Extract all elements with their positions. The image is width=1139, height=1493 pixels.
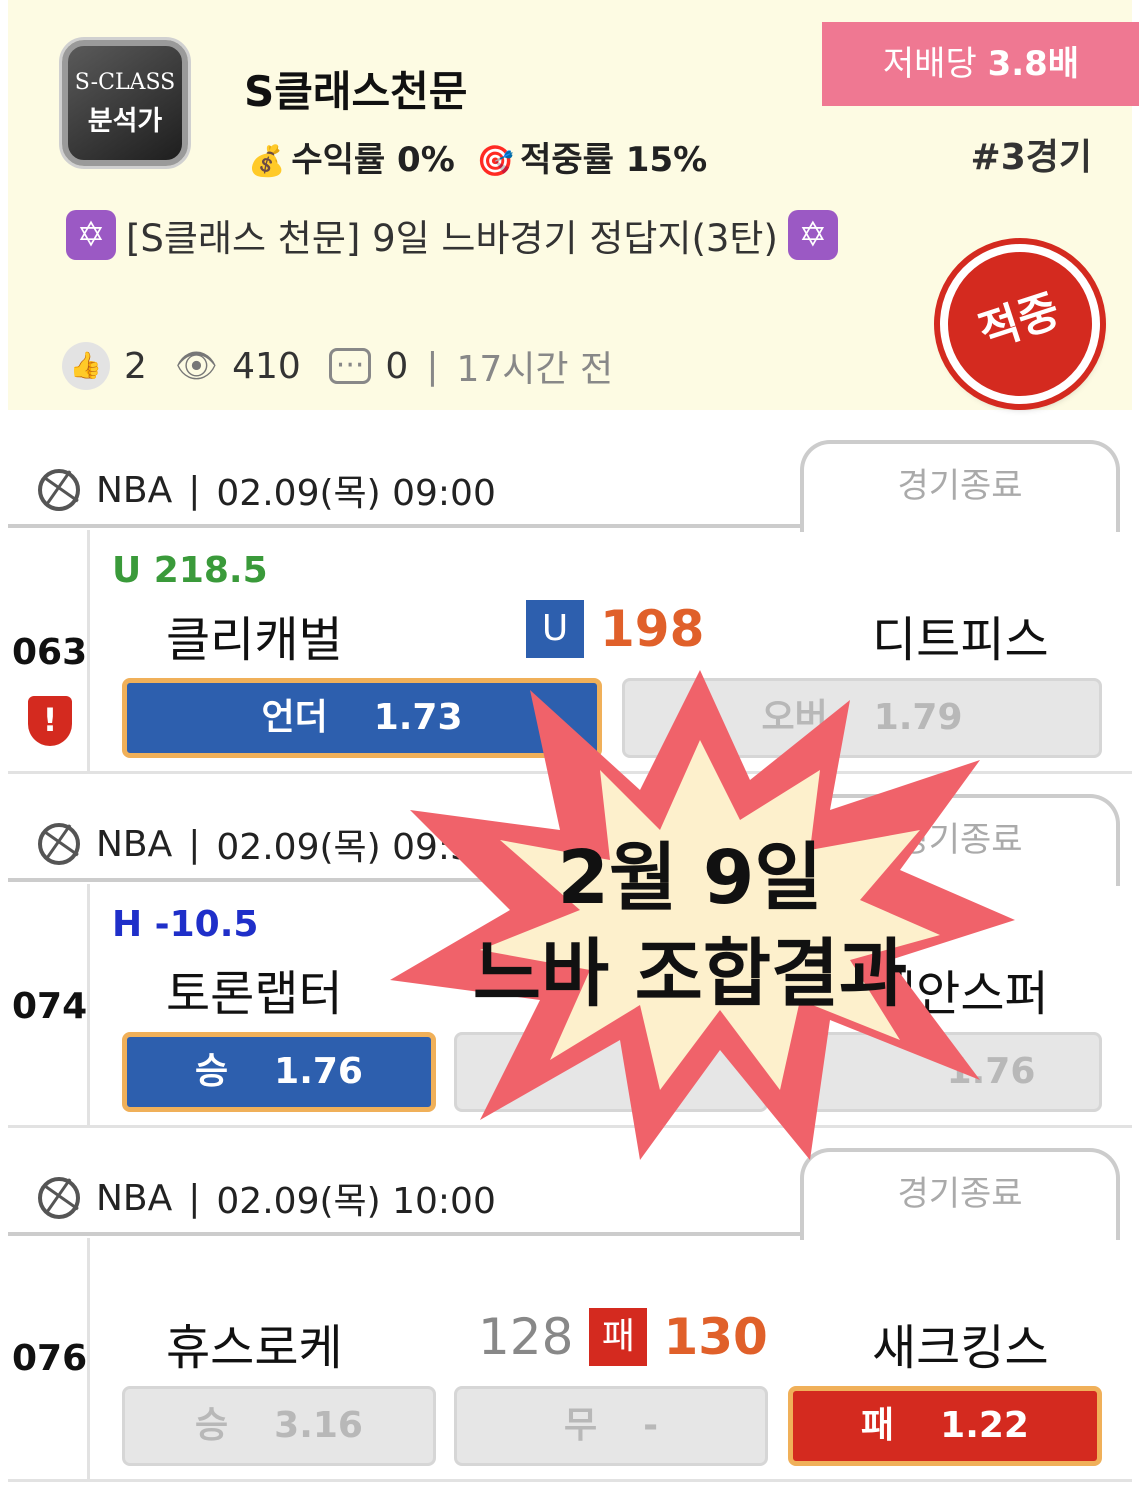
comment-icon[interactable]: ··· (328, 348, 372, 384)
away-score: 130 (663, 1308, 768, 1366)
divider: | (188, 469, 201, 511)
eye-icon: 👁 (174, 346, 219, 386)
league-name: NBA (96, 1177, 173, 1219)
away-team: 새크킹스 (872, 1320, 1049, 1376)
odds-prefix: 저배당 (882, 44, 988, 84)
home-team: 휴스로케 (166, 1320, 343, 1376)
divider: | (188, 823, 201, 865)
avatar-line1: S-CLASS (74, 70, 176, 95)
basketball-icon (38, 1177, 80, 1219)
handicap-line: H -10.5 (112, 904, 259, 945)
bet-label: 언더 (261, 697, 328, 738)
thumbs-up-icon[interactable]: 👍 (62, 342, 110, 390)
comment-count: 0 (385, 345, 409, 387)
post-meta: 👍 2 👁 410 ··· 0 | 17시간 전 (62, 340, 613, 392)
overlay-line1: 2월 9일 (557, 835, 823, 921)
bet-label: 승 (195, 1405, 229, 1446)
post-header: S-CLASS 분석가 S클래스천문 💰 수익률 0% 🎯 적중률 15% 저배당 … (8, 0, 1139, 425)
post-title[interactable]: ✡ [S클래스 천문] 9일 느바경기 정답지(3탄) ✡ (66, 208, 838, 262)
game-number: 074 (12, 986, 88, 1027)
home-team: 클리캐벌 (166, 612, 343, 668)
alert-shield-icon[interactable]: ! (28, 696, 72, 746)
money-bag-icon: 💰 (248, 144, 286, 179)
avatar-line2: 분석가 (87, 106, 163, 137)
post-title-text: [S클래스 천문] 9일 느바경기 정답지(3탄) (126, 217, 778, 260)
league-name: NBA (96, 823, 173, 865)
bet-label: 승 (195, 1051, 229, 1092)
view-count: 410 (232, 345, 301, 387)
home-score: 128 (478, 1308, 574, 1366)
star-of-david-icon: ✡ (66, 210, 116, 260)
basketball-icon (38, 823, 80, 865)
lose-bet-button[interactable]: 패 1.22 (788, 1386, 1102, 1466)
like-count: 2 (124, 345, 147, 387)
game-header: NBA | 02.09(목) 09:00 경기종료 (8, 436, 1132, 532)
overlay-line2: 느바 조합결과 (472, 931, 908, 1017)
hit-stamp: 적중 (919, 223, 1121, 425)
bet-label: 패 (861, 1405, 895, 1446)
result-badge: 패 (589, 1308, 648, 1366)
analyst-avatar[interactable]: S-CLASS 분석가 (62, 40, 188, 166)
analyst-stats: 💰 수익률 0% 🎯 적중률 15% (248, 132, 707, 181)
bet-odds: 3.16 (274, 1405, 363, 1446)
bet-label: 무 (563, 1405, 598, 1446)
bet-odds: 1.22 (940, 1405, 1029, 1446)
game-datetime: 02.09(목) 09:00 (216, 473, 496, 514)
score-block: U 198 (526, 600, 704, 658)
home-team: 토론랩터 (166, 966, 343, 1022)
score-block: 128 패 130 (478, 1308, 768, 1366)
divider (8, 524, 808, 528)
odds-value: 3.8배 (987, 44, 1080, 84)
divider: | (188, 1177, 201, 1219)
game-row: 076 휴스로케 128 패 130 새크킹스 승 3.16 무- 패 1.22 (8, 1238, 1132, 1482)
result-badge: U (526, 600, 584, 658)
target-icon: 🎯 (476, 144, 515, 179)
bet-odds: - (643, 1405, 659, 1446)
analyst-name[interactable]: S클래스천문 (244, 58, 467, 119)
post-time: 17시간 전 (456, 349, 614, 390)
divider (8, 1232, 808, 1236)
draw-bet-button[interactable]: 무- (454, 1386, 768, 1466)
star-of-david-icon: ✡ (787, 210, 838, 260)
hit-rate: 적중률 15% (520, 140, 708, 180)
overlay-title: 2월 9일 느바 조합결과 (450, 830, 930, 1022)
win-bet-button[interactable]: 승 3.16 (122, 1386, 436, 1466)
game-status-tab[interactable]: 경기종료 (800, 440, 1120, 532)
total-score: 198 (600, 600, 705, 658)
profit-rate: 수익률 0% (291, 140, 455, 180)
bet-odds: 1.76 (274, 1051, 363, 1092)
games-count: #3경기 (970, 137, 1092, 178)
league-name: NBA (96, 469, 173, 511)
game-number: 063 (12, 632, 88, 673)
handicap-line: U 218.5 (112, 550, 268, 591)
divider: | (426, 345, 439, 387)
odds-badge: 저배당 3.8배 (822, 22, 1139, 106)
basketball-icon (38, 469, 80, 511)
game-number: 076 (12, 1338, 88, 1379)
